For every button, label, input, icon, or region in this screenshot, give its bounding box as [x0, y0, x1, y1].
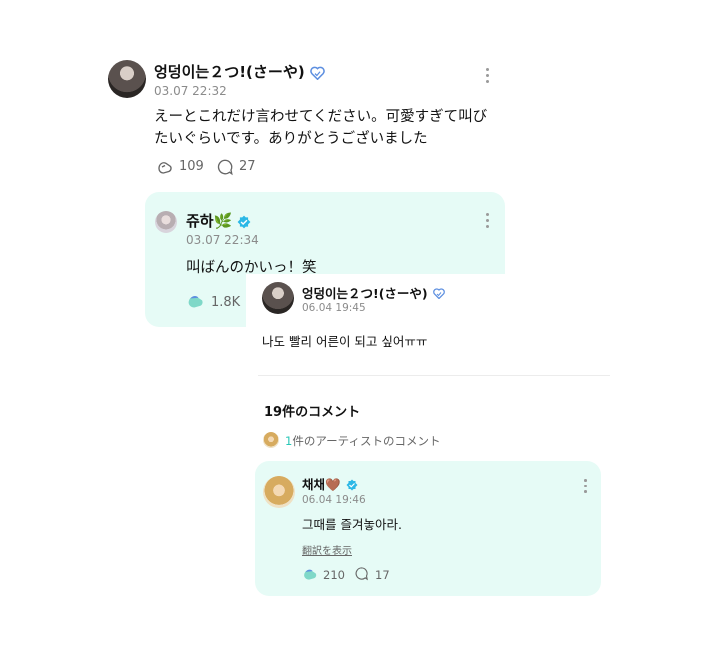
verified-badge-icon	[346, 479, 358, 490]
author-name[interactable]: 쥬하🌿	[186, 212, 232, 230]
more-icon[interactable]	[486, 68, 490, 86]
comment-icon[interactable]	[354, 566, 369, 581]
artist-comment-date: 06.04 19:46	[302, 494, 366, 506]
post-date: 03.07 22:32	[154, 84, 227, 98]
translate-link[interactable]: 翻訳を表示	[302, 542, 352, 557]
like-count: 109	[179, 159, 204, 174]
like-icon[interactable]	[186, 292, 206, 310]
avatar[interactable]	[263, 476, 295, 508]
post-text: えーとこれだけ言わせてください。可愛すぎて叫び たいぐらいです。ありがとうござい…	[154, 106, 494, 150]
reply-date: 03.07 22:34	[186, 233, 259, 247]
author-name[interactable]: 채채🤎	[302, 477, 341, 492]
overlay-post-date: 06.04 19:45	[302, 302, 366, 314]
more-icon[interactable]	[486, 213, 490, 231]
comment-icon[interactable]	[216, 158, 234, 176]
comment-count: 27	[239, 159, 256, 174]
like-icon[interactable]	[302, 566, 319, 582]
divider	[258, 375, 610, 376]
overlay-post-header: 엉덩이는２つ!(さーや)	[302, 283, 445, 302]
artist-comment-text: 그때를 즐겨놓아라.	[302, 517, 402, 532]
artist-comment-header: 채채🤎	[302, 474, 358, 493]
artist-comment-summary[interactable]: 1件のアーティストのコメント	[285, 433, 440, 449]
verified-heart-icon	[432, 288, 445, 299]
verified-badge-icon	[237, 215, 251, 228]
post-header: 엉덩이는２つ!(さーや)	[154, 61, 325, 82]
avatar[interactable]	[155, 211, 177, 233]
author-name[interactable]: 엉덩이는２つ!(さーや)	[154, 63, 305, 81]
post-text-line: たいぐらいです。ありがとうございました	[154, 131, 428, 147]
comment-count: 17	[375, 568, 390, 582]
verified-heart-icon	[310, 66, 325, 80]
more-icon[interactable]	[584, 479, 588, 496]
overlay-post-text: 나도 빨리 어른이 되고 싶어ㅠㅠ	[262, 334, 428, 349]
reply-header: 쥬하🌿	[186, 210, 251, 231]
like-count: 1.8K	[211, 295, 241, 310]
avatar[interactable]	[263, 432, 279, 448]
avatar[interactable]	[262, 282, 294, 314]
like-count: 210	[323, 568, 345, 582]
comments-header: 19件のコメント	[264, 405, 361, 420]
author-name[interactable]: 엉덩이는２つ!(さーや)	[302, 286, 428, 301]
avatar[interactable]	[108, 60, 146, 98]
like-icon[interactable]	[156, 158, 174, 176]
artist-comment-label: 件のアーティストのコメント	[292, 434, 441, 448]
post-text-line: えーとこれだけ言わせてください。可愛すぎて叫び	[154, 109, 488, 125]
